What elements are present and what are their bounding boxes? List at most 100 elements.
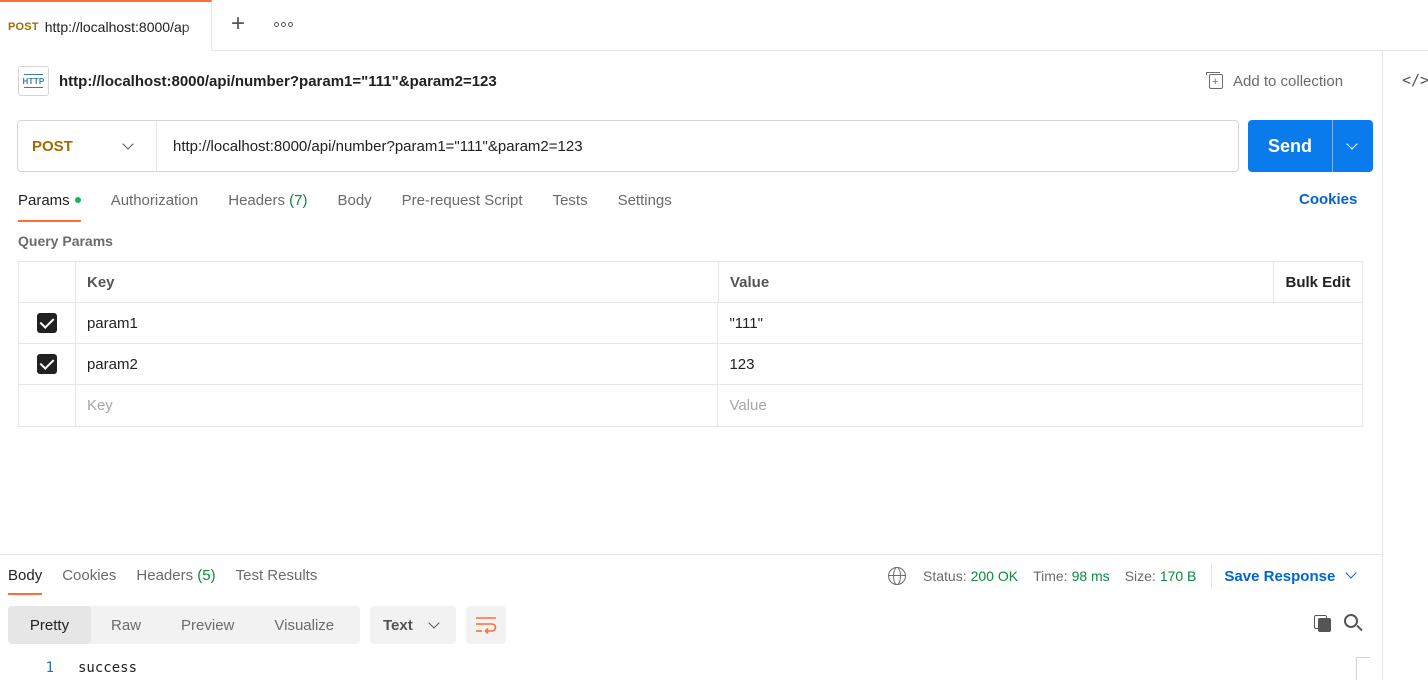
param-value-cell[interactable]: "111" [718, 303, 1362, 343]
right-sidebar: </> [1382, 51, 1428, 680]
tab-tests-label: Tests [552, 192, 588, 209]
param-key-cell[interactable]: param2 [76, 344, 719, 384]
response-tab-headers[interactable]: Headers (5) [136, 563, 215, 595]
tab-params-label: Params [18, 192, 70, 209]
format-raw[interactable]: Raw [91, 606, 161, 644]
size-label: Size: [1124, 568, 1156, 584]
add-to-collection-button[interactable]: + Add to collection [1206, 70, 1343, 92]
scrollbar[interactable] [1356, 657, 1370, 680]
request-tabs: Params Authorization Headers (7) Body Pr… [18, 188, 702, 222]
response-tab-cookies[interactable]: Cookies [62, 563, 116, 595]
params-table: Key Value Bulk Edit param1 "111" param2 … [18, 261, 1363, 427]
format-preview[interactable]: Preview [161, 606, 254, 644]
tab-settings-label: Settings [617, 192, 672, 209]
param-value-cell[interactable]: 123 [718, 344, 1362, 384]
status-label: Status: [923, 568, 967, 584]
method-value: POST [32, 137, 73, 155]
chevron-down-icon [1346, 138, 1358, 150]
request-tab[interactable]: POST http://localhost:8000/ap [0, 0, 212, 51]
send-button-group: Send [1248, 120, 1373, 172]
code-icon[interactable]: </> [1402, 71, 1428, 89]
table-header-row: Key Value Bulk Edit [19, 262, 1362, 303]
method-select[interactable]: POST [18, 121, 157, 171]
row-check-cell [19, 344, 76, 384]
response-tabs: Body Cookies Headers (5) Test Results [8, 563, 337, 595]
tab-authorization[interactable]: Authorization [111, 188, 199, 222]
add-to-collection-label: Add to collection [1233, 72, 1344, 90]
line-text: success [78, 660, 138, 676]
tab-headers[interactable]: Headers (7) [228, 188, 307, 222]
url-input[interactable] [157, 121, 1238, 171]
header-value: Value [730, 273, 770, 291]
text-type-select[interactable]: Text [370, 606, 456, 644]
url-bar: POST [17, 120, 1239, 172]
bulk-edit-button[interactable]: Bulk Edit [1273, 262, 1362, 302]
collection-icon: + [1206, 72, 1224, 90]
response-headers-label: Headers [136, 567, 194, 584]
row-check-cell [19, 385, 76, 426]
tab-title: http://localhost:8000/ap [44, 18, 190, 35]
new-value-input[interactable]: Value [718, 385, 1362, 426]
params-active-dot [74, 197, 81, 204]
new-key-input[interactable]: Key [76, 385, 719, 426]
request-header: HTTP http://localhost:8000/api/number?pa… [18, 66, 497, 96]
query-params-title: Query Params [18, 233, 113, 249]
size-value: 170 B [1159, 568, 1197, 584]
status-meta[interactable]: Status: 200 OK [923, 568, 1018, 584]
format-pretty[interactable]: Pretty [8, 606, 91, 644]
save-response-button[interactable]: Save Response [1224, 567, 1357, 585]
tab-params[interactable]: Params [18, 188, 81, 222]
globe-icon[interactable] [888, 567, 906, 585]
tab-pre-request-label: Pre-request Script [401, 192, 523, 209]
response-panel: Body Cookies Headers (5) Test Results St… [0, 554, 1382, 680]
plus-icon[interactable]: + [226, 12, 250, 36]
row-check-cell [19, 303, 76, 343]
wrap-lines-button[interactable] [466, 606, 506, 644]
table-row: param2 123 [19, 344, 1362, 385]
table-row-empty: Key Value [19, 385, 1362, 426]
request-title[interactable]: http://localhost:8000/api/number?param1=… [59, 73, 497, 90]
chevron-down-icon [122, 138, 134, 150]
status-value: 200 OK [970, 568, 1019, 584]
response-headers-count: (5) [197, 567, 216, 584]
chevron-down-icon [1345, 567, 1357, 579]
param-key-cell[interactable]: param1 [76, 303, 719, 343]
tab-settings[interactable]: Settings [618, 188, 672, 222]
response-meta: Status: 200 OK Time: 98 ms Size: 170 B Save… [888, 563, 1357, 589]
tab-method: POST [8, 20, 39, 33]
copy-icon[interactable] [1314, 615, 1332, 633]
meta-divider [1211, 563, 1213, 589]
tab-headers-label: Headers [228, 192, 285, 209]
ellipsis-icon[interactable] [270, 12, 296, 36]
format-visualize[interactable]: Visualize [254, 606, 354, 644]
tab-authorization-label: Authorization [110, 192, 199, 209]
tab-pre-request-script[interactable]: Pre-request Script [402, 188, 523, 222]
tab-bar: POST http://localhost:8000/ap + [0, 0, 1428, 51]
size-meta[interactable]: Size: 170 B [1125, 568, 1197, 584]
time-label: Time: [1033, 568, 1068, 584]
param2-checkbox[interactable] [36, 354, 57, 374]
table-row: param1 "111" [19, 303, 1362, 344]
param1-checkbox[interactable] [36, 313, 57, 333]
format-toggle: Pretty Raw Preview Visualize [8, 606, 360, 644]
save-response-label: Save Response [1224, 567, 1336, 585]
cookies-link[interactable]: Cookies [1299, 191, 1357, 208]
http-icon: HTTP [18, 66, 49, 96]
time-value: 98 ms [1071, 568, 1110, 584]
header-check-cell [19, 262, 76, 302]
tab-body[interactable]: Body [337, 188, 371, 222]
response-tab-body[interactable]: Body [8, 563, 43, 595]
tab-fade [181, 2, 211, 51]
wrap-icon [476, 617, 497, 634]
response-code-line: 1 success [0, 657, 137, 679]
search-icon[interactable] [1344, 614, 1364, 634]
response-tab-test-results[interactable]: Test Results [236, 563, 318, 595]
chevron-down-icon [428, 617, 440, 629]
header-key: Key [76, 262, 719, 302]
send-options-button[interactable] [1333, 120, 1373, 172]
tab-headers-count: (7) [289, 192, 308, 209]
send-button[interactable]: Send [1248, 120, 1332, 172]
time-meta[interactable]: Time: 98 ms [1033, 568, 1110, 584]
tab-tests[interactable]: Tests [553, 188, 588, 222]
tab-body-label: Body [337, 192, 372, 209]
